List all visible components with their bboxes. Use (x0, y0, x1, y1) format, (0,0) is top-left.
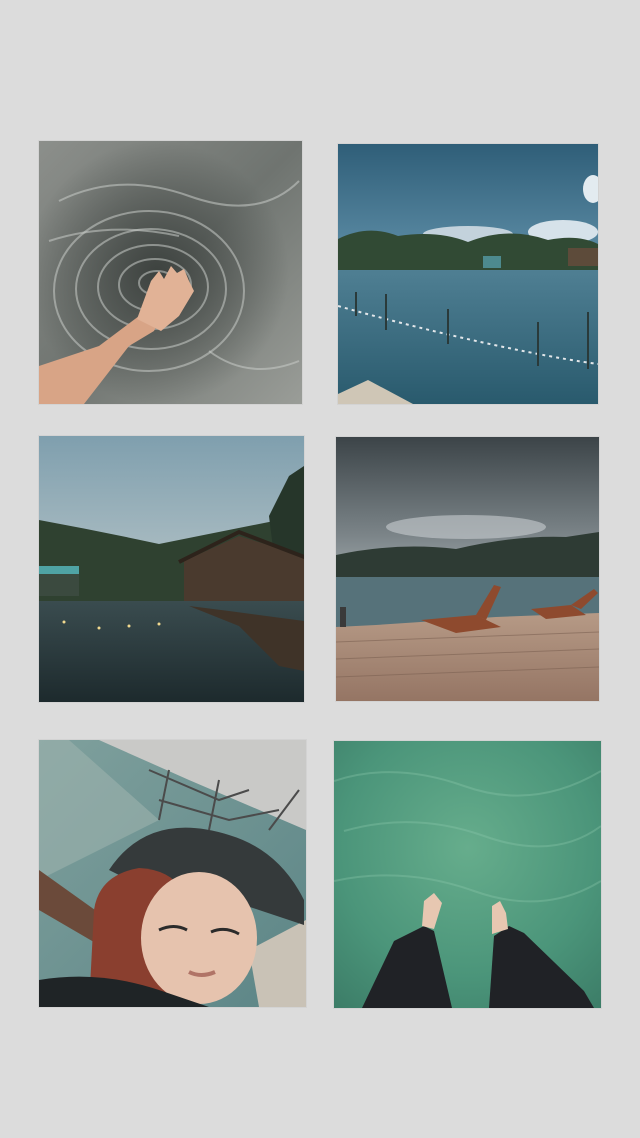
photo-lodge-at-dusk (39, 436, 304, 702)
photo-feet-over-green-water (334, 741, 601, 1008)
photo-lake-rope-line (338, 144, 598, 404)
photo-deck-lounge-chairs (336, 437, 599, 701)
photo-hand-in-water (39, 141, 302, 404)
story-collage-page: { "collage": { "background": "#dcdcdc", … (0, 0, 640, 1138)
photo-selfie-on-pier (39, 740, 306, 1007)
